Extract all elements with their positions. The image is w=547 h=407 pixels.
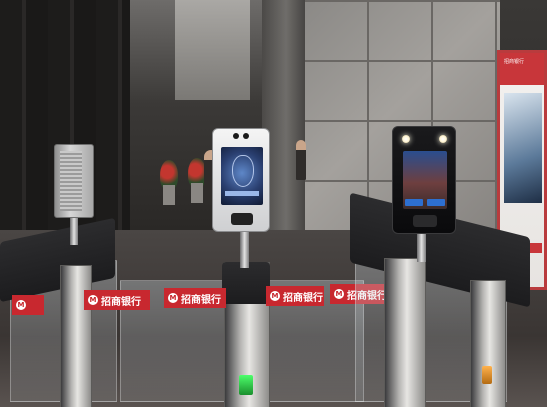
cmb-logo-icon: M: [334, 289, 344, 299]
light-lamp: [402, 135, 410, 143]
bank-strip: M 招商银行: [84, 290, 150, 310]
cmb-logo-icon: M: [270, 291, 280, 301]
banner-header-text: 招商银行: [504, 59, 525, 65]
cmb-logo-icon: M: [168, 293, 178, 303]
banner-header: 招商银行: [500, 53, 544, 85]
camera-preview-screen: [403, 151, 447, 209]
right-gate-pillar-far: [470, 280, 506, 407]
right-gate-pillar: [384, 258, 426, 407]
face-mesh-icon: [232, 155, 254, 187]
terminal-pole: [240, 228, 249, 268]
side-face-reader: [54, 144, 94, 218]
amber-status-led: [482, 366, 492, 384]
camera-icon: [233, 133, 239, 139]
plant-pot: [163, 185, 175, 205]
person: [296, 140, 306, 180]
bank-name: 招商银行: [283, 292, 323, 304]
left-gate-pillar: [60, 265, 92, 407]
banner-image: [504, 93, 542, 203]
reader-pole: [70, 215, 78, 245]
cmb-logo-icon: M: [16, 300, 26, 310]
center-gate-top: [222, 262, 270, 304]
bank-name: 招商银行: [101, 296, 141, 308]
terminal-sensor: [413, 215, 437, 227]
face-terminal-right: [392, 126, 456, 234]
reader-grille: [60, 151, 82, 211]
screen-button-left: [405, 199, 423, 206]
bank-strip: M: [12, 295, 44, 315]
screen-button-right: [427, 199, 445, 206]
scan-progress-bar: [225, 191, 259, 196]
bank-name: 招商银行: [181, 294, 221, 306]
face-terminal-left: [212, 128, 270, 232]
bank-strip: M 招商银行: [266, 286, 324, 306]
lobby-scene: 招商银行 M M 招商银行 M 招商银行 M 招商银行 M 招商银行: [0, 0, 547, 407]
camera-icon: [243, 133, 249, 139]
face-scan-screen: [221, 147, 263, 205]
corridor-window: [175, 0, 250, 100]
green-status-led: [239, 375, 253, 395]
light-lamp: [439, 135, 447, 143]
terminal-sensor: [231, 213, 253, 225]
plant-pot: [191, 183, 203, 203]
bank-strip: M 招商银行: [164, 288, 226, 308]
cmb-logo-icon: M: [88, 295, 98, 305]
